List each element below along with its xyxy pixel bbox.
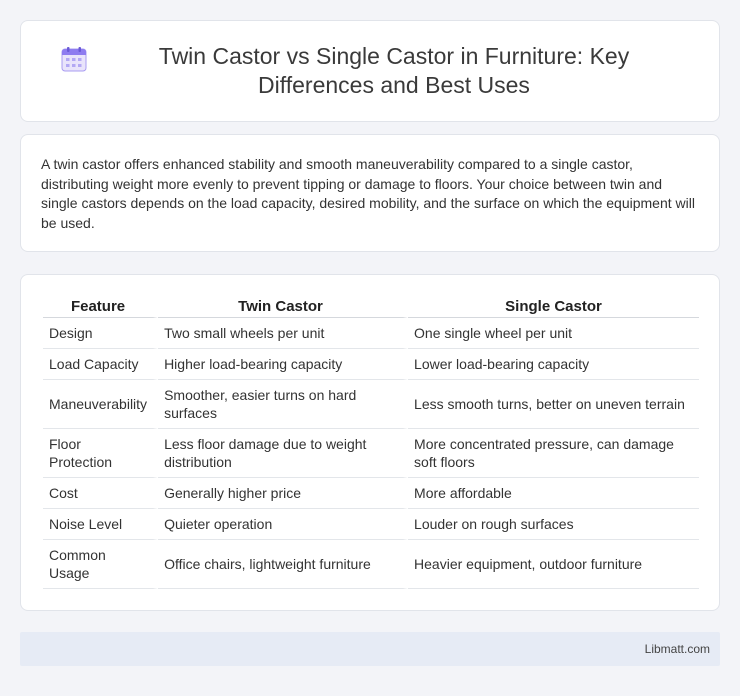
- footer-site-link[interactable]: Libmatt.com: [645, 642, 710, 656]
- page-title: Twin Castor vs Single Castor in Furnitur…: [158, 43, 630, 98]
- twin-cell: Generally higher price: [158, 478, 409, 509]
- single-cell: One single wheel per unit: [408, 318, 699, 349]
- intro-paragraph: A twin castor offers enhanced stability …: [41, 156, 695, 231]
- header-twin-castor: Twin Castor: [158, 295, 409, 318]
- header-single-castor: Single Castor: [408, 295, 699, 318]
- comparison-table: Feature Twin Castor Single Castor Design…: [43, 295, 699, 589]
- twin-cell: Less floor damage due to weight distribu…: [158, 429, 409, 478]
- single-cell: Lower load-bearing capacity: [408, 349, 699, 380]
- table-row: Load Capacity Higher load-bearing capaci…: [43, 349, 699, 380]
- table-row: Common Usage Office chairs, lightweight …: [43, 540, 699, 589]
- feature-cell: Noise Level: [43, 509, 159, 540]
- table-row: Design Two small wheels per unit One sin…: [43, 318, 699, 349]
- table-row: Maneuverability Smoother, easier turns o…: [43, 380, 699, 429]
- single-cell: Heavier equipment, outdoor furniture: [408, 540, 699, 589]
- twin-cell: Smoother, easier turns on hard surfaces: [158, 380, 409, 429]
- footer-bar: Libmatt.com: [20, 632, 720, 666]
- intro-card: A twin castor offers enhanced stability …: [20, 134, 720, 252]
- header-card: Twin Castor vs Single Castor in Furnitur…: [20, 20, 720, 122]
- table-row: Cost Generally higher price More afforda…: [43, 478, 699, 509]
- table-row: Noise Level Quieter operation Louder on …: [43, 509, 699, 540]
- feature-cell: Design: [43, 318, 159, 349]
- feature-cell: Maneuverability: [43, 380, 159, 429]
- twin-cell: Two small wheels per unit: [158, 318, 409, 349]
- twin-cell: Quieter operation: [158, 509, 409, 540]
- single-cell: Less smooth turns, better on uneven terr…: [408, 380, 699, 429]
- twin-cell: Office chairs, lightweight furniture: [158, 540, 409, 589]
- table-header-row: Feature Twin Castor Single Castor: [43, 295, 699, 318]
- twin-cell: Higher load-bearing capacity: [158, 349, 409, 380]
- calendar-icon: [61, 46, 87, 72]
- single-cell: Louder on rough surfaces: [408, 509, 699, 540]
- single-cell: More concentrated pressure, can damage s…: [408, 429, 699, 478]
- feature-cell: Floor Protection: [43, 429, 159, 478]
- feature-cell: Cost: [43, 478, 159, 509]
- single-cell: More affordable: [408, 478, 699, 509]
- header-feature: Feature: [43, 295, 159, 318]
- comparison-card: Feature Twin Castor Single Castor Design…: [20, 274, 720, 611]
- feature-cell: Load Capacity: [43, 349, 159, 380]
- table-row: Floor Protection Less floor damage due t…: [43, 429, 699, 478]
- feature-cell: Common Usage: [43, 540, 159, 589]
